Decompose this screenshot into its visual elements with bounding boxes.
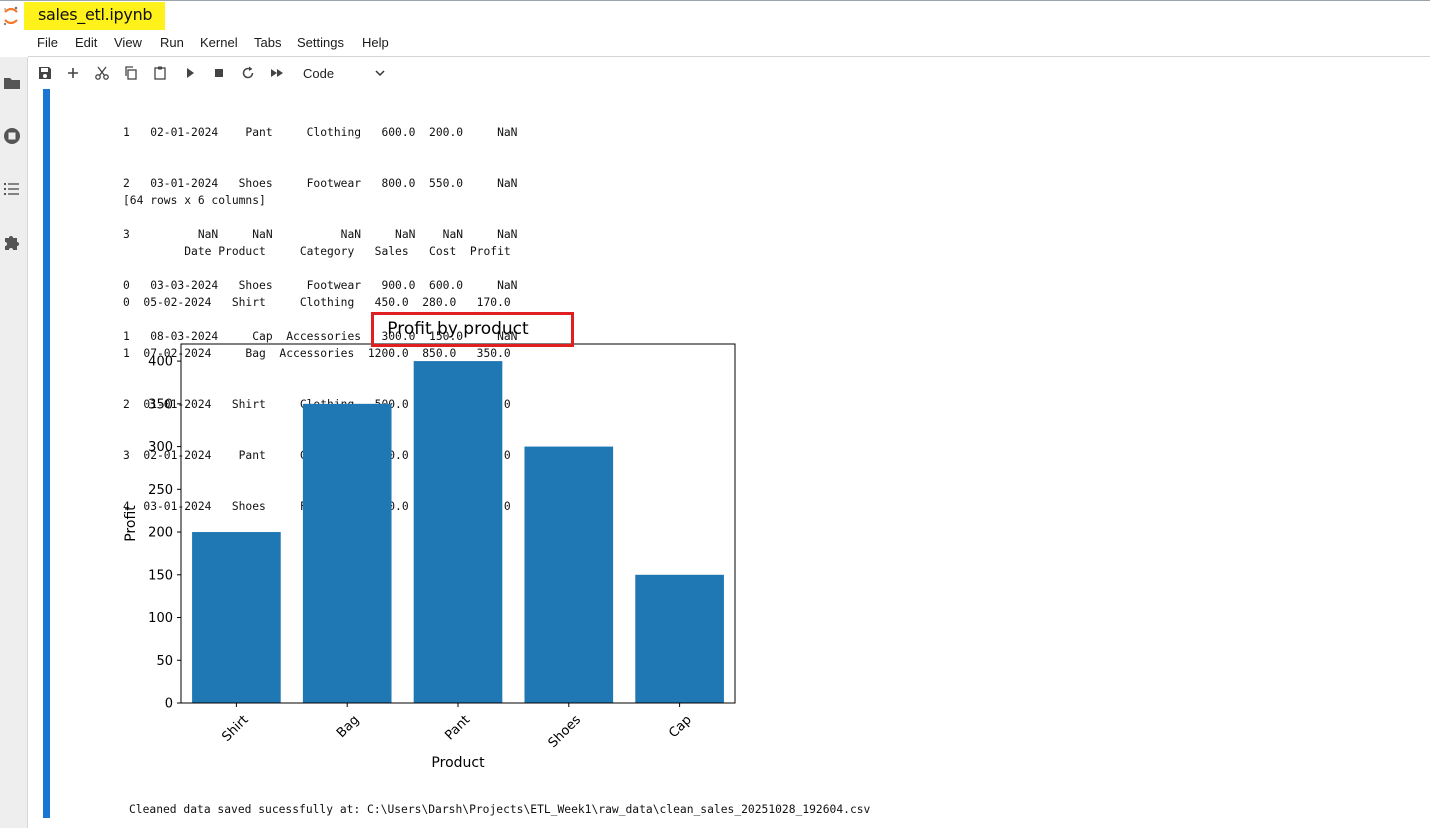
copy-icon[interactable]: [123, 65, 139, 81]
chevron-down-icon[interactable]: [374, 68, 386, 78]
save-icon[interactable]: [37, 65, 53, 81]
menu-view[interactable]: View: [114, 35, 142, 50]
y-axis-label: Profit: [123, 505, 139, 542]
window-top-border: [0, 0, 1430, 1]
x-tick-label: Shirt: [219, 713, 251, 745]
toc-icon[interactable]: [2, 179, 22, 199]
scissors-icon[interactable]: [94, 65, 110, 81]
bar-shirt: [192, 532, 281, 703]
title-annotation-box: [371, 312, 574, 347]
menu-separator: [28, 56, 1430, 57]
menu-bar: File Edit View Run Kernel Tabs Settings …: [0, 32, 1430, 56]
run-icon[interactable]: [182, 65, 198, 81]
bar-bag: [302, 403, 392, 703]
notebook-toolbar: [28, 60, 428, 86]
bar-pant: [413, 361, 503, 703]
cell-type-select[interactable]: Code: [303, 66, 334, 81]
left-sidebar: [0, 57, 28, 828]
y-tick-label: 250: [148, 483, 173, 498]
dataframe-shape: [64 rows x 6 columns]: [123, 194, 266, 207]
menu-run[interactable]: Run: [160, 35, 184, 50]
jupyter-logo-icon: [3, 6, 18, 26]
y-tick-label: 300: [148, 440, 173, 455]
folder-icon[interactable]: [2, 73, 22, 93]
saved-message: Cleaned data saved sucessfully at: C:\Us…: [129, 803, 871, 816]
running-icon[interactable]: [2, 126, 22, 146]
y-tick-label: 0: [165, 697, 173, 712]
bar-cap: [635, 574, 724, 703]
table-row: 0 05-02-2024 Shirt Clothing 450.0 280.0 …: [123, 296, 511, 309]
x-tick-label: Cap: [666, 713, 694, 741]
menu-settings[interactable]: Settings: [297, 35, 344, 50]
menu-kernel[interactable]: Kernel: [200, 35, 238, 50]
paste-icon[interactable]: [152, 65, 168, 81]
bar-shoes: [524, 446, 614, 703]
profit-bar-chart: 0 50 100 150 200 250 300 350 400 Shirt Bag Pant Shoe…: [123, 319, 736, 771]
fast-forward-icon[interactable]: [269, 65, 285, 81]
plus-icon[interactable]: [65, 65, 81, 81]
menu-tabs[interactable]: Tabs: [254, 35, 281, 50]
y-tick-label: 50: [156, 654, 173, 669]
stop-icon[interactable]: [211, 65, 227, 81]
x-axis-label: Product: [431, 755, 485, 771]
table-row: 1 02-01-2024 Pant Clothing 600.0 200.0 N…: [123, 126, 518, 139]
notebook-title[interactable]: sales_etl.ipynb: [38, 5, 153, 24]
menu-file[interactable]: File: [37, 35, 58, 50]
x-tick-label: Shoes: [546, 712, 584, 750]
menu-help[interactable]: Help: [362, 35, 389, 50]
y-tick-label: 150: [148, 568, 173, 583]
y-tick-label: 100: [148, 611, 173, 626]
active-cell-marker[interactable]: [43, 89, 50, 818]
table-header: Date Product Category Sales Cost Profit: [123, 245, 511, 258]
y-tick-label: 400: [148, 355, 173, 370]
extension-icon[interactable]: [2, 232, 22, 252]
restart-icon[interactable]: [240, 65, 256, 81]
x-tick-label: Bag: [334, 713, 362, 741]
menu-edit[interactable]: Edit: [75, 35, 97, 50]
y-tick-label: 350: [148, 397, 173, 412]
x-tick-label: Pant: [442, 713, 473, 744]
y-tick-label: 200: [148, 526, 173, 541]
table-row: 2 03-01-2024 Shoes Footwear 800.0 550.0 …: [123, 177, 518, 190]
